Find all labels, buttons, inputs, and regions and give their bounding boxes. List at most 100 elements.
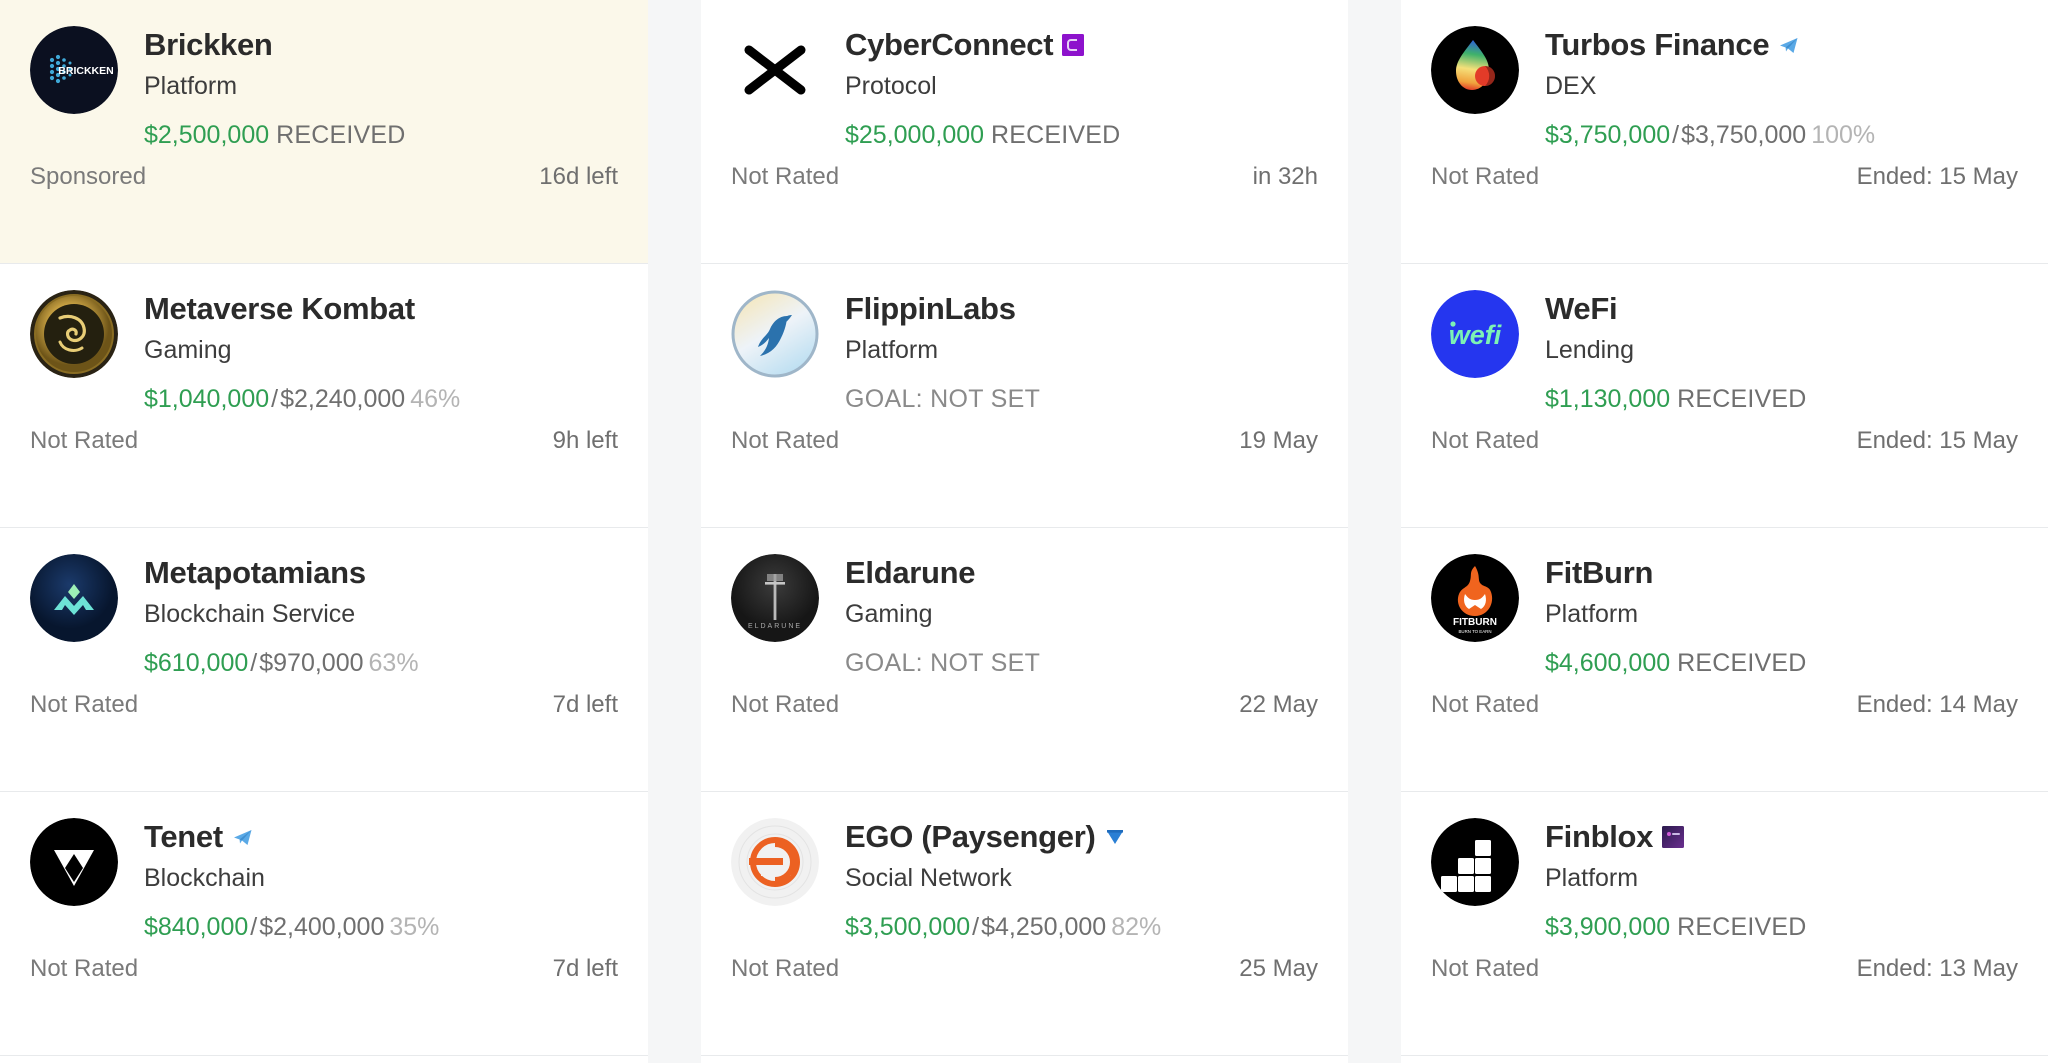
campaign-card[interactable]: Tenet Blockchain $840,000/$2,400,000 35% … bbox=[0, 792, 648, 1056]
campaign-card[interactable]: FITBURN BURN TO EARN FitBurn Platform $4… bbox=[1401, 528, 2048, 792]
raised-amount: $1,130,000 bbox=[1545, 385, 1671, 414]
rating-label: Not Rated bbox=[731, 163, 840, 190]
raised-amount: $840,000 bbox=[144, 913, 249, 942]
project-category: DEX bbox=[1545, 72, 1597, 101]
goal-amount: $970,000 bbox=[259, 649, 364, 678]
date-label: 7d left bbox=[552, 955, 618, 982]
date-label: 22 May bbox=[1239, 691, 1318, 718]
project-name-row: CyberConnect bbox=[845, 28, 1318, 61]
funding-line: $610,000/$970,000 63% bbox=[144, 648, 618, 678]
project-name[interactable]: WeFi bbox=[1545, 292, 1618, 326]
column-gap-1 bbox=[648, 0, 701, 1063]
project-name[interactable]: Eldarune bbox=[845, 556, 976, 590]
goal-amount: $3,750,000 bbox=[1681, 121, 1807, 150]
metapotamians-logo bbox=[30, 554, 118, 642]
project-name[interactable]: Metapotamians bbox=[144, 556, 366, 590]
campaign-column-1: BRICKKEN Brickken Platform $2,500,000 REC… bbox=[0, 0, 648, 1063]
card-footer: Not Rated Ended: 15 May bbox=[1431, 163, 2018, 191]
funding-line: $3,750,000/$3,750,000 100% bbox=[1545, 120, 2018, 150]
progress-percent: 100% bbox=[1811, 121, 1876, 150]
date-label: Ended: 15 May bbox=[1856, 427, 2018, 454]
card-footer: Not Rated 9h left bbox=[30, 427, 618, 455]
campaign-card[interactable]: Metaverse Kombat Gaming $1,040,000/$2,24… bbox=[0, 264, 648, 528]
date-label: 16d left bbox=[539, 163, 618, 190]
date-label: Ended: 15 May bbox=[1856, 163, 2018, 190]
campaign-column-2: CyberConnect Protocol $25,000,000 RECEIVE… bbox=[701, 0, 1348, 1063]
project-name-row: Metaverse Kombat bbox=[144, 292, 618, 326]
progress-percent: 63% bbox=[368, 649, 419, 678]
campaign-card[interactable]: Turbos Finance DEX $3,750,000/$3,750,000… bbox=[1401, 0, 2048, 264]
raised-amount: $4,600,000 bbox=[1545, 649, 1671, 678]
project-name-row: Finblox bbox=[1545, 820, 2018, 853]
card-info: Metaverse Kombat Gaming $1,040,000/$2,24… bbox=[144, 290, 618, 414]
column-gap-2 bbox=[1348, 0, 1401, 1063]
project-name-row: Tenet bbox=[144, 820, 618, 853]
goal-amount: $2,400,000 bbox=[259, 913, 385, 942]
card-info: FitBurn Platform $4,600,000 RECEIVED bbox=[1545, 554, 2018, 678]
project-name[interactable]: FitBurn bbox=[1545, 556, 1653, 590]
project-name[interactable]: Tenet bbox=[144, 820, 223, 854]
card-info: Metapotamians Blockchain Service $610,00… bbox=[144, 554, 618, 678]
amount-separator: / bbox=[271, 385, 279, 414]
campaign-card[interactable]: FlippinLabs Platform GOAL: NOT SET Not R… bbox=[701, 264, 1348, 528]
campaign-card[interactable]: Metapotamians Blockchain Service $610,00… bbox=[0, 528, 648, 792]
received-label: RECEIVED bbox=[276, 121, 406, 150]
goal-not-set-text: GOAL: NOT SET bbox=[845, 649, 1041, 678]
funding-line: GOAL: NOT SET bbox=[845, 648, 1318, 678]
wefi-logo: wefi bbox=[1431, 290, 1519, 378]
project-name[interactable]: CyberConnect bbox=[845, 28, 1054, 62]
svg-text:FITBURN: FITBURN bbox=[1453, 617, 1497, 628]
card-info: Finblox Platform $3,900,000 RECEIVED bbox=[1545, 818, 2018, 942]
campaign-card[interactable]: ELDARUNE Eldarune Gaming GOAL: NOT SET N… bbox=[701, 528, 1348, 792]
telegram-blue-badge-icon bbox=[1778, 34, 1800, 56]
card-main: BRICKKEN Brickken Platform $2,500,000 REC… bbox=[30, 26, 618, 150]
campaign-card[interactable]: wefi WeFi Lending $1,130,000 RECEIVED Not… bbox=[1401, 264, 2048, 528]
card-info: Eldarune Gaming GOAL: NOT SET bbox=[845, 554, 1318, 678]
card-footer: Not Rated Ended: 13 May bbox=[1431, 955, 2018, 983]
funding-line: $25,000,000 RECEIVED bbox=[845, 120, 1318, 150]
card-main: EGO (Paysenger) Social Network $3,500,00… bbox=[731, 818, 1318, 942]
campaign-card[interactable]: CyberConnect Protocol $25,000,000 RECEIVE… bbox=[701, 0, 1348, 264]
project-name-row: WeFi bbox=[1545, 292, 2018, 326]
card-info: Turbos Finance DEX $3,750,000/$3,750,000… bbox=[1545, 26, 2018, 150]
progress-percent: 82% bbox=[1111, 913, 1162, 942]
date-label: 25 May bbox=[1239, 955, 1318, 982]
date-label: 9h left bbox=[552, 427, 618, 454]
raised-amount: $610,000 bbox=[144, 649, 249, 678]
funding-line: $1,130,000 RECEIVED bbox=[1545, 384, 2018, 414]
project-name[interactable]: Metaverse Kombat bbox=[144, 292, 415, 326]
card-info: CyberConnect Protocol $25,000,000 RECEIVE… bbox=[845, 26, 1318, 150]
funding-line: $2,500,000 RECEIVED bbox=[144, 120, 618, 150]
flippinlabs-logo bbox=[731, 290, 819, 378]
date-label: 7d left bbox=[552, 691, 618, 718]
project-name-row: FitBurn bbox=[1545, 556, 2018, 590]
card-info: EGO (Paysenger) Social Network $3,500,00… bbox=[845, 818, 1318, 942]
card-main: Metapotamians Blockchain Service $610,00… bbox=[30, 554, 618, 678]
campaign-card[interactable]: EGO (Paysenger) Social Network $3,500,00… bbox=[701, 792, 1348, 1056]
project-name[interactable]: Turbos Finance bbox=[1545, 28, 1770, 62]
rating-label: Not Rated bbox=[30, 427, 139, 454]
project-name[interactable]: FlippinLabs bbox=[845, 292, 1016, 326]
card-footer: Not Rated in 32h bbox=[731, 163, 1318, 191]
project-category: Social Network bbox=[845, 864, 1012, 893]
project-category: Gaming bbox=[144, 336, 232, 365]
project-name-row: EGO (Paysenger) bbox=[845, 820, 1318, 853]
project-category: Platform bbox=[144, 72, 238, 101]
card-footer: Not Rated Ended: 14 May bbox=[1431, 691, 2018, 719]
funding-line: $3,500,000/$4,250,000 82% bbox=[845, 912, 1318, 942]
svg-text:wefi: wefi bbox=[1449, 320, 1502, 350]
funding-line: $840,000/$2,400,000 35% bbox=[144, 912, 618, 942]
project-category: Platform bbox=[1545, 600, 1639, 629]
campaign-card[interactable]: Finblox Platform $3,900,000 RECEIVED Not … bbox=[1401, 792, 2048, 1056]
project-name[interactable]: Brickken bbox=[144, 28, 273, 62]
campaign-card[interactable]: BRICKKEN Brickken Platform $2,500,000 REC… bbox=[0, 0, 648, 264]
rating-label: Not Rated bbox=[30, 955, 139, 982]
card-main: CyberConnect Protocol $25,000,000 RECEIVE… bbox=[731, 26, 1318, 150]
project-name[interactable]: Finblox bbox=[1545, 820, 1653, 854]
eldarune-logo: ELDARUNE bbox=[731, 554, 819, 642]
received-label: RECEIVED bbox=[1677, 649, 1807, 678]
ego-paysenger-logo bbox=[731, 818, 819, 906]
rating-label: Sponsored bbox=[30, 163, 147, 190]
raised-amount: $1,040,000 bbox=[144, 385, 270, 414]
project-name[interactable]: EGO (Paysenger) bbox=[845, 820, 1096, 854]
